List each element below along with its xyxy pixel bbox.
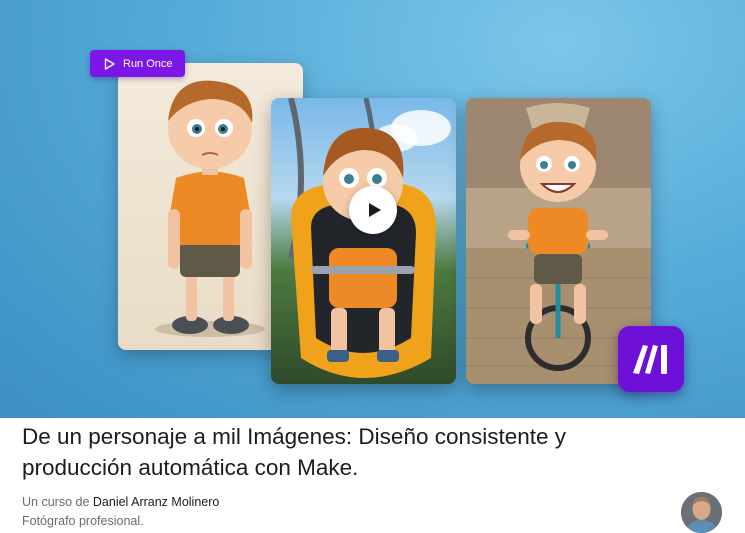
play-icon bbox=[368, 203, 381, 217]
author-avatar[interactable] bbox=[681, 492, 722, 533]
course-title[interactable]: De un personaje a mil Imágenes: Diseño c… bbox=[22, 421, 662, 483]
character-card-rollercoaster bbox=[271, 98, 456, 384]
play-video-button[interactable] bbox=[349, 186, 397, 234]
run-once-button[interactable]: Run Once bbox=[90, 50, 185, 77]
make-logo-icon bbox=[633, 345, 667, 374]
play-outline-icon bbox=[104, 57, 115, 70]
author-name[interactable]: Daniel Arranz Molinero bbox=[93, 495, 219, 509]
byline-prefix: Un curso de bbox=[22, 495, 90, 509]
rollercoaster-boy-illustration bbox=[288, 98, 451, 378]
course-hero-image[interactable]: Run Once bbox=[0, 0, 745, 418]
make-logo bbox=[618, 326, 684, 392]
run-once-label: Run Once bbox=[123, 57, 173, 70]
author-portrait bbox=[681, 492, 722, 533]
course-byline: Un curso de Daniel Arranz Molinero bbox=[22, 495, 219, 509]
author-role: Fotógrafo profesional. bbox=[22, 514, 144, 528]
